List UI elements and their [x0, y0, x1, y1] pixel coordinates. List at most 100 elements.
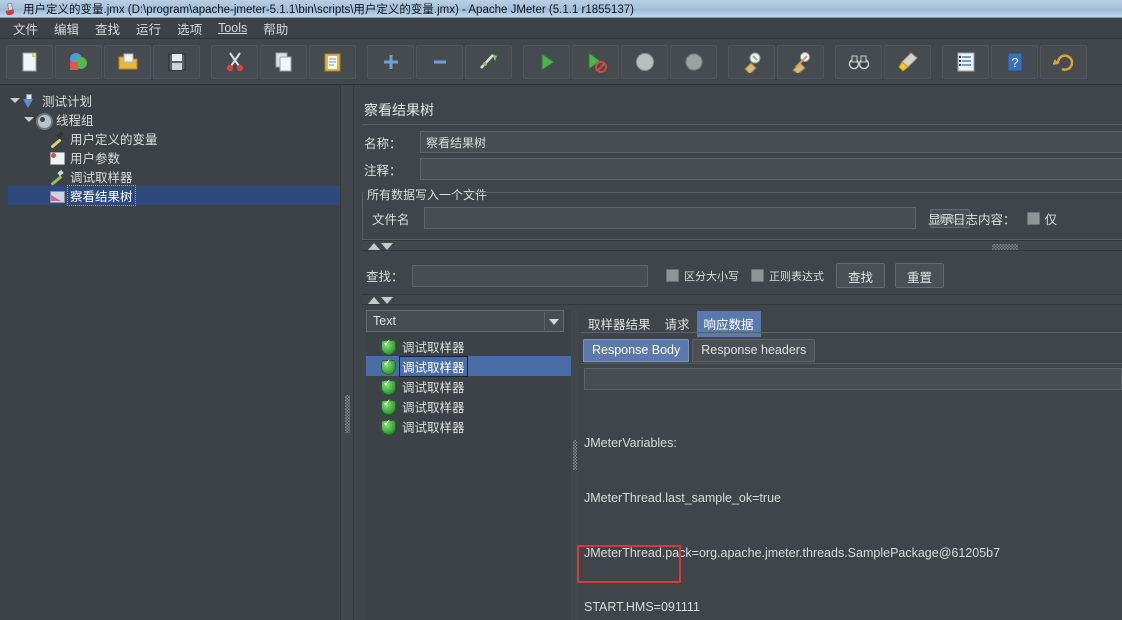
divider-grip[interactable]: [992, 244, 1018, 250]
menu-tools[interactable]: Tools: [210, 19, 255, 37]
copy-button[interactable]: [260, 44, 307, 79]
search-label: 查找：: [366, 270, 404, 284]
menu-file[interactable]: 文件: [5, 17, 46, 40]
paste-button[interactable]: [309, 44, 356, 79]
new-icon: [22, 52, 36, 71]
response-body-text[interactable]: JMeterVariables: JMeterThread.last_sampl…: [584, 398, 1122, 618]
name-input[interactable]: [420, 131, 1122, 153]
menu-bar: 文件 编辑 查找 运行 选项 Tools 帮助: [0, 18, 1122, 39]
start-button[interactable]: [523, 44, 570, 79]
open-button[interactable]: [104, 44, 151, 79]
shutdown-button[interactable]: [670, 44, 717, 79]
tree-item-user-parameters[interactable]: 用户参数: [8, 148, 340, 167]
list-item[interactable]: 调试取样器: [366, 355, 571, 377]
list-item-label: 调试取样器: [402, 420, 465, 435]
menu-run[interactable]: 运行: [128, 17, 169, 40]
lower-divider[interactable]: [362, 294, 1122, 305]
collapse-all-button[interactable]: [416, 44, 463, 79]
collapse-down-icon[interactable]: [381, 243, 393, 250]
response-sub-tabs: Response Body Response headers: [583, 339, 818, 362]
tree-item-label: 调试取样器: [70, 171, 133, 185]
tree-item-label: 线程组: [56, 114, 94, 128]
toggle-button[interactable]: [465, 44, 512, 79]
renderer-combo[interactable]: Text: [366, 310, 564, 332]
subtab-response-body[interactable]: Response Body: [583, 339, 690, 362]
list-item[interactable]: 调试取样器: [366, 396, 571, 416]
list-icon: [957, 52, 974, 71]
toolbar-separator: [514, 45, 523, 79]
tree-item-view-results-tree[interactable]: 察看结果树: [8, 185, 340, 206]
splitter-grip[interactable]: [345, 395, 350, 433]
expander-icon[interactable]: [8, 95, 20, 107]
tab-response-data[interactable]: 响应数据: [696, 311, 761, 337]
collapse-down-icon[interactable]: [381, 297, 393, 304]
response-find-input[interactable]: [584, 368, 1122, 390]
main-splitter[interactable]: [340, 85, 354, 620]
search-button[interactable]: [835, 44, 882, 79]
sampler-results-list[interactable]: 调试取样器 调试取样器 调试取样器 调试取样器 调试取样器: [366, 336, 571, 436]
results-splitter-grip[interactable]: [573, 440, 577, 470]
menu-help[interactable]: 帮助: [255, 17, 296, 40]
list-item[interactable]: 调试取样器: [366, 416, 571, 436]
menu-options[interactable]: 选项: [169, 17, 210, 40]
tree-item-thread-group[interactable]: 线程组: [8, 110, 340, 130]
save-button[interactable]: [153, 44, 200, 79]
clear-button[interactable]: [728, 44, 775, 79]
regex-checkbox[interactable]: [751, 269, 764, 282]
expand-all-button[interactable]: [367, 44, 414, 79]
undo-button[interactable]: [1040, 44, 1087, 79]
subtab-response-headers[interactable]: Response headers: [692, 339, 816, 362]
upper-divider[interactable]: [362, 240, 1122, 251]
tab-sampler-result[interactable]: 取样器结果: [581, 311, 658, 337]
collapse-up-icon[interactable]: [368, 243, 380, 250]
filename-label: 文件名: [372, 212, 410, 227]
test-plan-tree[interactable]: 测试计划 线程组 用户定义的变量 用户参数 调试取样器 察看结果树: [0, 85, 340, 206]
reset-search-button[interactable]: [884, 44, 931, 79]
jmeter-logo-icon: [3, 2, 19, 16]
tree-item-debug-sampler[interactable]: 调试取样器: [8, 167, 340, 186]
expander-placeholder: [36, 133, 48, 145]
start-no-pauses-button[interactable]: [572, 44, 619, 79]
toggle-icon: [479, 53, 497, 69]
tree-item-user-defined-variables[interactable]: 用户定义的变量: [8, 129, 340, 148]
cut-button[interactable]: [211, 44, 258, 79]
comment-row: 注释：: [364, 158, 1122, 180]
success-shield-icon: [380, 358, 396, 375]
cut-icon: [226, 51, 243, 71]
clear-all-button[interactable]: [777, 44, 824, 79]
comment-input[interactable]: [420, 158, 1122, 180]
collapse-up-icon[interactable]: [368, 297, 380, 304]
templates-button[interactable]: [55, 44, 102, 79]
search-submit-button[interactable]: 查找: [836, 263, 886, 288]
expander-icon[interactable]: [22, 114, 34, 126]
stop-button[interactable]: [621, 44, 668, 79]
list-item[interactable]: 调试取样器: [366, 336, 571, 356]
chevron-down-icon[interactable]: [549, 319, 559, 325]
log-errors-checkbox[interactable]: [1026, 212, 1040, 225]
list-item[interactable]: 调试取样器: [366, 376, 571, 396]
new-button[interactable]: [6, 44, 53, 79]
list-item-label: 调试取样器: [402, 340, 465, 355]
results-list-panel: Text 调试取样器 调试取样器 调试取样器 调试取样器: [366, 310, 571, 620]
function-helper-button[interactable]: [942, 44, 989, 79]
tab-request[interactable]: 请求: [658, 311, 697, 337]
tree-item-label: 用户定义的变量: [70, 133, 158, 147]
search-reset-button[interactable]: 重置: [895, 263, 945, 288]
help-button[interactable]: ?: [991, 44, 1038, 79]
log-display-option-label: 仅: [1044, 213, 1058, 227]
start-no-pause-icon: [588, 51, 607, 73]
plus-icon: [383, 54, 398, 69]
menu-edit[interactable]: 编辑: [46, 17, 87, 40]
clear-all-icon: [791, 51, 810, 73]
tree-item-test-plan[interactable]: 测试计划: [8, 91, 340, 110]
jmeter-window: 用户定义的变量.jmx (D:\program\apache-jmeter-5.…: [0, 0, 1122, 620]
filename-input[interactable]: [424, 207, 916, 229]
search-row: 查找： 区分大小写 正则表达式 查找 重置: [366, 263, 945, 288]
case-sensitive-checkbox[interactable]: [666, 269, 679, 282]
log-display-label: 显示日志内容：: [928, 213, 1016, 227]
results-splitter[interactable]: [571, 310, 579, 620]
search-input[interactable]: [412, 264, 648, 287]
menu-search[interactable]: 查找: [87, 17, 128, 40]
title-divider: [362, 124, 1122, 125]
result-tabs: 取样器结果 请求 响应数据: [581, 311, 761, 337]
